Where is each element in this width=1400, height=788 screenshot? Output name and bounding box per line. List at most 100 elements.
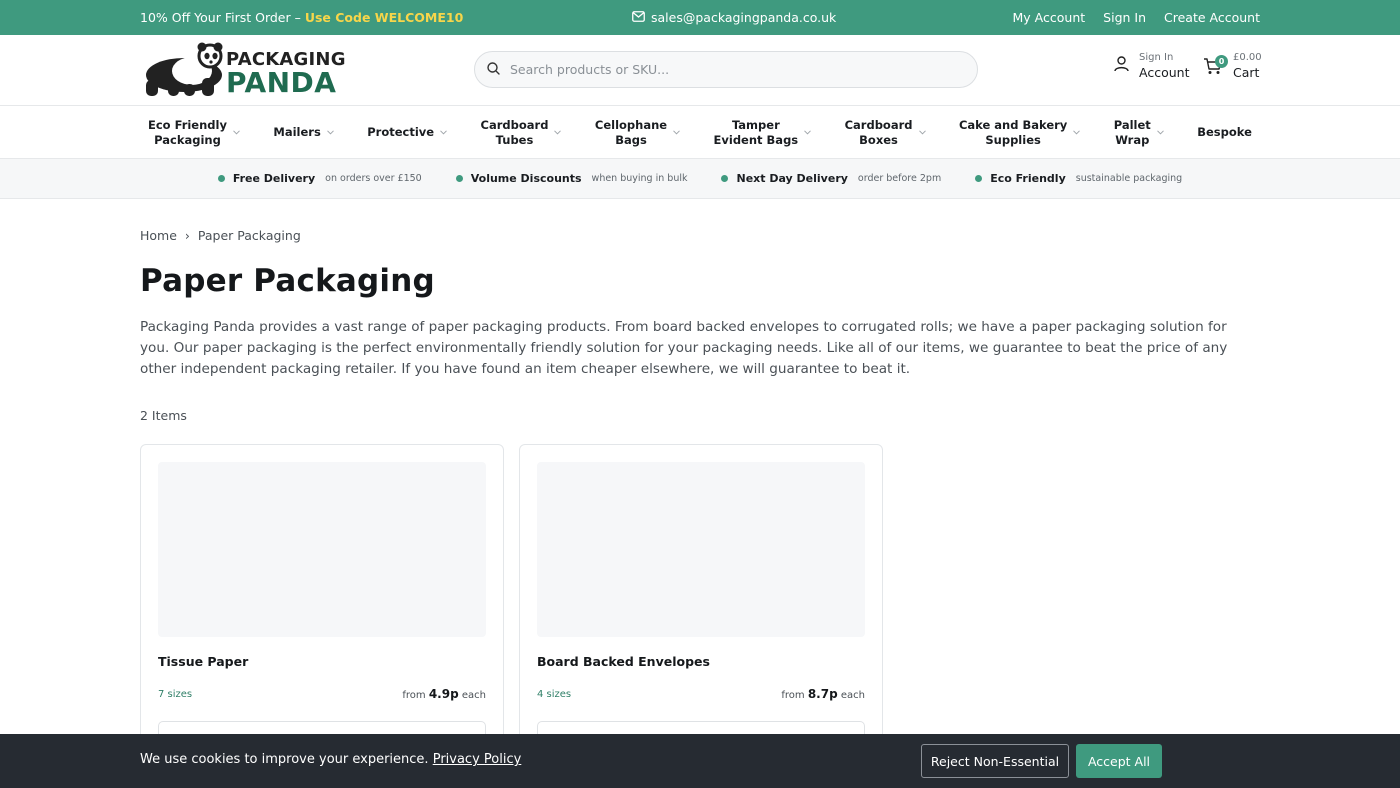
benefit-title: Next Day Delivery (736, 172, 848, 185)
cart-button[interactable]: 0 £0.00 Cart (1203, 52, 1262, 80)
nav-item-cake-and-bakery-supplies[interactable]: Cake and Bakery Supplies (951, 118, 1088, 147)
nav-item-label: Cake and Bakery Supplies (958, 118, 1068, 147)
product-card[interactable]: Board Backed Envelopes 4 sizes from 8.7p… (519, 444, 883, 764)
site-logo[interactable]: PACKAGING PANDA (140, 42, 345, 100)
nav-item-label: Tamper Evident Bags (713, 118, 799, 147)
cart-count-badge: 0 (1215, 55, 1228, 69)
product-sizes: 7 sizes (158, 688, 193, 700)
page-title: Paper Packaging (140, 263, 435, 299)
nav-item-label: Cardboard Boxes (844, 118, 913, 147)
account-sign-in-label: Sign In (1139, 52, 1174, 63)
benefit-title: Volume Discounts (470, 172, 582, 185)
nav-item-bespoke[interactable]: Bespoke (1189, 125, 1260, 139)
breadcrumb-home[interactable]: Home (140, 228, 177, 243)
product-image[interactable] (158, 462, 486, 637)
product-name[interactable]: Board Backed Envelopes (537, 654, 865, 669)
my-account-link[interactable]: My Account (1013, 10, 1086, 25)
cart-total: £0.00 (1233, 52, 1262, 63)
account-label: Account (1139, 64, 1190, 80)
product-image[interactable] (537, 462, 865, 637)
logo-line-2: PANDA (226, 66, 337, 99)
breadcrumb: Home › Paper Packaging (140, 228, 1260, 243)
chevron-down-icon (233, 128, 240, 138)
benefit-subtitle: sustainable packaging (1075, 173, 1183, 184)
chevron-down-icon (1156, 128, 1164, 138)
reject-non-essential-button[interactable]: Reject Non-Essential (921, 744, 1069, 778)
breadcrumb-current: Paper Packaging (197, 228, 301, 243)
nav-item-label: Eco Friendly Packaging (148, 118, 227, 147)
benefit-item: Next Day Delivery order before 2pm (721, 172, 941, 185)
search-bar[interactable] (474, 51, 978, 88)
cart-icon: 0 (1203, 55, 1228, 75)
benefit-title: Free Delivery (232, 172, 316, 185)
top-bar: 10% Off Your First Order – Use Code WELC… (0, 0, 1400, 35)
create-account-link[interactable]: Create Account (1164, 10, 1260, 25)
mail-icon (632, 10, 645, 25)
promo-text: 10% Off Your First Order – (140, 10, 305, 25)
nav-item-tamper-evident-bags[interactable]: Tamper Evident Bags (706, 118, 820, 147)
item-count: 2 Items (140, 408, 187, 423)
panda-logo-icon (140, 42, 228, 100)
benefit-subtitle: order before 2pm (857, 173, 942, 184)
promo-code: Use Code WELCOME10 (304, 10, 464, 25)
chevron-down-icon (554, 128, 562, 138)
breadcrumb-separator: › (184, 228, 190, 243)
cart-label: Cart (1233, 64, 1260, 80)
main-content: Home › Paper Packaging Paper Packaging P… (140, 199, 1260, 764)
accept-all-button[interactable]: Accept All (1076, 744, 1162, 778)
nav-item-label: Mailers (273, 125, 321, 140)
promo-banner: 10% Off Your First Order – Use Code WELC… (140, 10, 463, 25)
main-nav: Eco Friendly Packaging Mailers Protective C… (0, 106, 1400, 159)
chevron-down-icon (326, 128, 334, 138)
nav-item-label: Cardboard Tubes (480, 118, 549, 147)
product-name[interactable]: Tissue Paper (158, 654, 486, 669)
nav-item-cardboard-tubes[interactable]: Cardboard Tubes (473, 118, 570, 147)
product-card[interactable]: Tissue Paper 7 sizes from 4.9p each (140, 444, 504, 764)
nav-item-eco-friendly-packaging[interactable]: Eco Friendly Packaging (140, 118, 248, 147)
nav-item-label: Bespoke (1197, 125, 1252, 140)
benefit-dot-icon (975, 175, 983, 182)
benefit-dot-icon (217, 175, 225, 182)
nav-item-cellophane-bags[interactable]: Cellophane Bags (587, 118, 688, 147)
product-grid: Tissue Paper 7 sizes from 4.9p each Boar… (140, 444, 883, 764)
top-links: My Account Sign In Create Account (1013, 10, 1260, 25)
site-header: PACKAGING PANDA Sign In Account 0 £0.00 … (0, 35, 1400, 106)
benefit-title: Eco Friendly (990, 172, 1066, 185)
benefit-dot-icon (455, 175, 463, 182)
benefit-item: Eco Friendly sustainable packaging (975, 172, 1182, 185)
benefit-subtitle: on orders over £150 (325, 173, 422, 184)
nav-item-pallet-wrap[interactable]: Pallet Wrap (1106, 118, 1172, 147)
product-price: from 8.7p each (781, 687, 865, 701)
email-link[interactable]: sales@packagingpanda.co.uk (632, 10, 836, 25)
nav-item-label: Cellophane Bags (594, 118, 668, 147)
nav-item-label: Protective (367, 125, 435, 140)
benefit-subtitle: when buying in bulk (591, 173, 688, 184)
nav-item-cardboard-boxes[interactable]: Cardboard Boxes (837, 118, 934, 147)
user-icon (1114, 56, 1129, 76)
cookie-text: We use cookies to improve your experienc… (140, 752, 433, 767)
chevron-down-icon (1073, 128, 1081, 138)
page-description: Packaging Panda provides a vast range of… (140, 319, 1228, 377)
chevron-down-icon (440, 128, 447, 138)
logo-wordmark: PACKAGING PANDA (226, 51, 346, 97)
nav-item-label: Pallet Wrap (1113, 118, 1151, 147)
benefit-item: Free Delivery on orders over £150 (217, 172, 422, 185)
chevron-down-icon (673, 128, 680, 138)
account-button[interactable]: Sign In Account (1114, 52, 1189, 80)
product-price: from 4.9p each (402, 687, 486, 701)
product-sizes: 4 sizes (537, 688, 572, 700)
search-input[interactable] (510, 62, 950, 77)
privacy-policy-link[interactable]: Privacy Policy (433, 752, 522, 767)
cookie-message: We use cookies to improve your experienc… (140, 752, 521, 767)
chevron-down-icon (918, 128, 926, 138)
email-text: sales@packagingpanda.co.uk (651, 10, 837, 25)
benefit-item: Volume Discounts when buying in bulk (455, 172, 688, 185)
sign-in-link[interactable]: Sign In (1103, 10, 1146, 25)
chevron-down-icon (804, 128, 812, 138)
nav-item-protective[interactable]: Protective (359, 125, 455, 139)
benefit-dot-icon (721, 175, 729, 182)
benefits-bar: Free Delivery on orders over £150 Volume D… (0, 159, 1400, 199)
cookie-banner: We use cookies to improve your experienc… (0, 734, 1400, 788)
search-icon[interactable] (487, 60, 500, 79)
nav-item-mailers[interactable]: Mailers (265, 125, 341, 139)
